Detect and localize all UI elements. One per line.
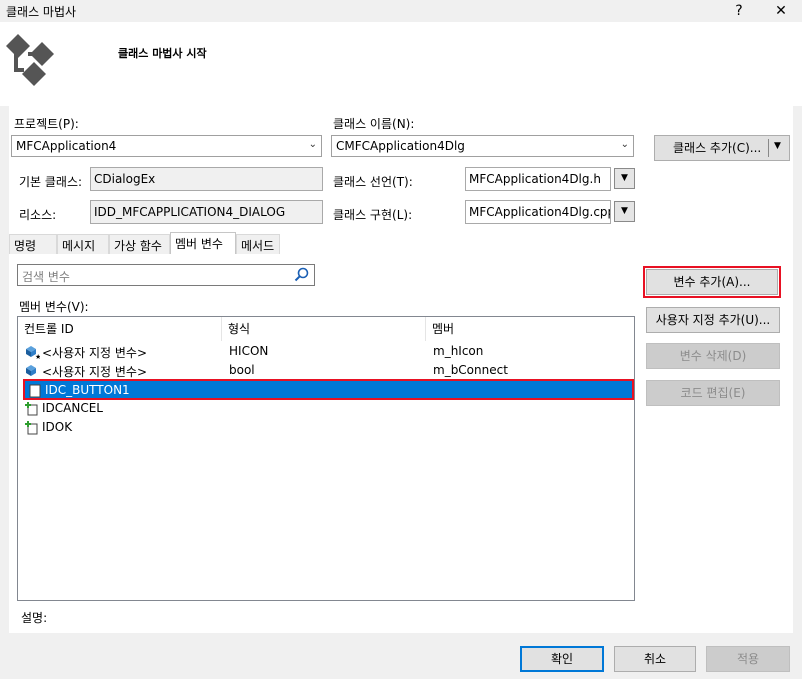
member-variables-list[interactable]: 컨트롤 ID 형식 멤버 ★ <사용자 지정 변수> HICON m_hIcon… bbox=[17, 316, 635, 601]
control-id-cell: IDCANCEL bbox=[42, 401, 103, 415]
class-name-value: CMFCApplication4Dlg bbox=[336, 139, 465, 153]
control-id-cell: IDOK bbox=[42, 420, 73, 434]
description-label: 설명: bbox=[21, 611, 48, 625]
table-row[interactable]: IDCANCEL bbox=[22, 399, 632, 418]
type-cell: bool bbox=[229, 363, 255, 377]
column-header-member[interactable]: 멤버 bbox=[426, 317, 634, 341]
control-icon bbox=[29, 384, 41, 398]
header-title: 클래스 마법사 시작 bbox=[118, 47, 207, 60]
cancel-button[interactable]: 취소 bbox=[614, 646, 696, 672]
split-divider bbox=[768, 139, 769, 157]
variable-icon: ★ bbox=[26, 346, 40, 360]
search-box[interactable]: 검색 변수 bbox=[17, 264, 315, 286]
search-input[interactable]: 검색 변수 bbox=[22, 268, 70, 285]
table-row[interactable]: ★ <사용자 지정 변수> HICON m_hIcon bbox=[22, 342, 632, 361]
control-id-cell: IDC_BUTTON1 bbox=[45, 383, 130, 397]
class-decl-label: 클래스 선언(T): bbox=[333, 175, 413, 189]
ok-button[interactable]: 확인 bbox=[520, 646, 604, 672]
class-wizard-icon bbox=[6, 34, 54, 86]
class-impl-dropdown[interactable]: ▼ bbox=[614, 201, 635, 222]
tab-member-variables[interactable]: 멤버 변수 bbox=[170, 232, 236, 254]
control-icon bbox=[25, 421, 38, 435]
window-title: 클래스 마법사 bbox=[6, 5, 77, 19]
class-name-label: 클래스 이름(N): bbox=[333, 117, 415, 131]
class-impl-field[interactable]: MFCApplication4Dlg.cpp bbox=[465, 200, 611, 224]
search-icon[interactable] bbox=[293, 266, 311, 284]
dropdown-arrow-icon: ▼ bbox=[621, 173, 628, 183]
dropdown-arrow-icon: ▼ bbox=[621, 206, 628, 216]
control-icon bbox=[25, 402, 38, 416]
add-custom-button[interactable]: 사용자 지정 추가(U)... bbox=[646, 307, 780, 333]
member-vars-label: 멤버 변수(V): bbox=[19, 300, 89, 314]
column-header-type[interactable]: 형식 bbox=[222, 317, 426, 341]
apply-button[interactable]: 적용 bbox=[706, 646, 790, 672]
project-combo[interactable]: MFCApplication4 ⌄ bbox=[11, 135, 322, 157]
resource-field[interactable]: IDD_MFCAPPLICATION4_DIALOG bbox=[90, 200, 323, 224]
control-id-cell: <사용자 지정 변수> bbox=[42, 365, 148, 379]
help-button[interactable]: ? bbox=[724, 0, 754, 22]
class-decl-dropdown[interactable]: ▼ bbox=[614, 168, 635, 189]
control-id-cell: <사용자 지정 변수> bbox=[42, 346, 148, 360]
base-class-label: 기본 클래스: bbox=[19, 175, 83, 189]
svg-text:★: ★ bbox=[35, 353, 40, 360]
wizard-header bbox=[0, 22, 802, 106]
column-header-control-id[interactable]: 컨트롤 ID bbox=[18, 317, 222, 341]
tab-virtual-functions[interactable]: 가상 함수 bbox=[109, 234, 170, 254]
edit-code-button[interactable]: 코드 편집(E) bbox=[646, 380, 780, 406]
add-class-label: 클래스 추가(C)... bbox=[673, 141, 762, 155]
table-row[interactable]: <사용자 지정 변수> bool m_bConnect bbox=[22, 361, 632, 380]
tab-messages[interactable]: 메시지 bbox=[57, 234, 109, 254]
class-name-combo[interactable]: CMFCApplication4Dlg ⌄ bbox=[331, 135, 634, 157]
chevron-down-icon: ⌄ bbox=[308, 139, 317, 150]
member-cell: m_bConnect bbox=[433, 363, 508, 377]
table-row[interactable]: IDOK bbox=[22, 418, 632, 437]
table-row-selected[interactable]: IDC_BUTTON1 bbox=[23, 379, 634, 400]
project-label: 프로젝트(P): bbox=[14, 117, 79, 131]
type-cell: HICON bbox=[229, 344, 269, 358]
tab-methods[interactable]: 메서드 bbox=[236, 234, 280, 254]
resource-label: 리소스: bbox=[19, 208, 57, 222]
close-button[interactable]: ✕ bbox=[766, 0, 796, 22]
class-decl-field[interactable]: MFCApplication4Dlg.h bbox=[465, 167, 611, 191]
add-variable-button[interactable]: 변수 추가(A)... bbox=[646, 269, 778, 295]
tab-commands[interactable]: 명령 bbox=[9, 234, 57, 254]
member-cell: m_hIcon bbox=[433, 344, 484, 358]
project-value: MFCApplication4 bbox=[16, 139, 117, 153]
dropdown-arrow-icon[interactable]: ▼ bbox=[774, 141, 781, 151]
add-class-button[interactable]: 클래스 추가(C)... bbox=[654, 135, 790, 161]
base-class-field[interactable]: CDialogEx bbox=[90, 167, 323, 191]
variable-icon bbox=[26, 365, 36, 376]
chevron-down-icon: ⌄ bbox=[620, 139, 629, 150]
delete-variable-button[interactable]: 변수 삭제(D) bbox=[646, 343, 780, 369]
class-impl-label: 클래스 구현(L): bbox=[333, 208, 413, 222]
